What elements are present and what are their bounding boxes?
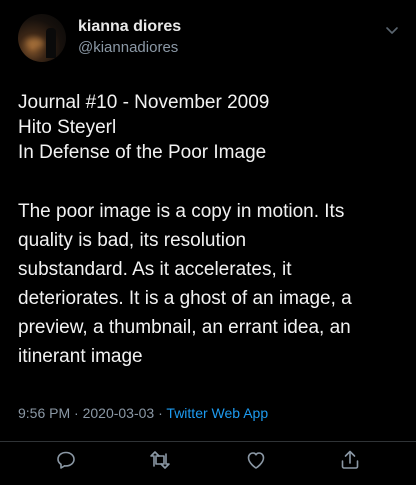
user-handle[interactable]: @kiannadiores bbox=[78, 39, 178, 56]
intro-line: In Defense of the Poor Image bbox=[18, 142, 267, 163]
quote-line: The poor image is a copy in motion. Its bbox=[18, 201, 345, 222]
tweet-header: kianna diores @kiannadiores bbox=[18, 14, 402, 62]
tweet-intro: Journal #10 - November 2009 Hito Steyerl… bbox=[18, 90, 408, 165]
quote-line: deteriorates. It is a ghost of an image,… bbox=[18, 288, 352, 309]
avatar-sunset-glow bbox=[26, 38, 44, 48]
reply-icon[interactable] bbox=[54, 448, 78, 472]
meta-separator: · bbox=[74, 405, 79, 421]
quote-line: itinerant image bbox=[18, 346, 143, 367]
tweet: kianna diores @kiannadiores Journal #10 … bbox=[0, 0, 416, 485]
tweet-quote: The poor image is a copy in motion. Its … bbox=[18, 197, 410, 371]
intro-line: Journal #10 - November 2009 bbox=[18, 92, 270, 113]
chevron-down-icon[interactable] bbox=[382, 20, 402, 40]
divider bbox=[0, 441, 416, 442]
quote-line: quality is bad, its resolution bbox=[18, 230, 247, 251]
display-name[interactable]: kianna diores bbox=[78, 18, 181, 36]
tweet-meta: 9:56 PM · 2020-03-03 · Twitter Web App bbox=[18, 405, 268, 421]
intro-line: Hito Steyerl bbox=[18, 117, 117, 138]
action-bar bbox=[0, 448, 416, 478]
avatar[interactable] bbox=[18, 14, 66, 62]
tweet-date[interactable]: 2020-03-03 bbox=[83, 405, 155, 421]
tweet-source-link[interactable]: Twitter Web App bbox=[166, 405, 268, 421]
quote-line: substandard. As it accelerates, it bbox=[18, 259, 292, 280]
quote-line: preview, a thumbnail, an errant idea, an bbox=[18, 317, 351, 338]
tweet-time[interactable]: 9:56 PM bbox=[18, 405, 70, 421]
heart-icon[interactable] bbox=[244, 448, 268, 472]
retweet-icon[interactable] bbox=[148, 448, 172, 472]
meta-separator: · bbox=[158, 405, 163, 421]
avatar-silhouette bbox=[46, 28, 56, 58]
share-icon[interactable] bbox=[338, 448, 362, 472]
